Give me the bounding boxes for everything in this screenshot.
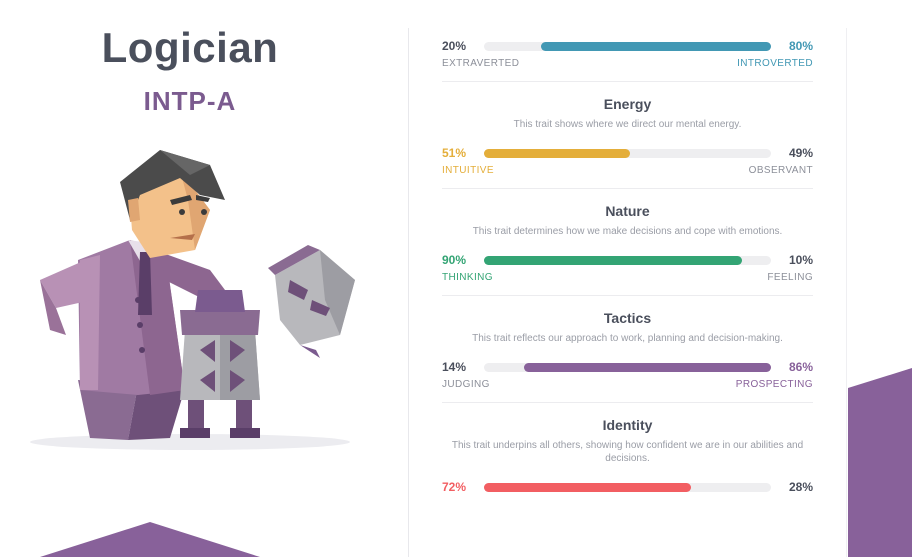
trait-progress-bar	[484, 482, 771, 492]
right-percent: 80%	[788, 39, 813, 53]
left-trait-label: EXTRAVERTED	[442, 58, 520, 69]
trait-tactics: Tactics This trait reflects our approach …	[442, 310, 813, 390]
right-trait-label: INTROVERTED	[737, 58, 813, 69]
personality-profile-page: Logician INTP-A 20% 80% EXTRAVERTED INTR…	[0, 0, 912, 557]
trait-mind: 20% 80% EXTRAVERTED INTROVERTED	[442, 38, 813, 69]
trait-bar-row: 51% 49%	[442, 145, 813, 161]
logician-illustration-icon	[30, 150, 355, 450]
personality-name: Logician	[101, 24, 279, 71]
trait-progress-bar	[484, 41, 771, 51]
trait-energy: Energy This trait shows where we direct o…	[442, 96, 813, 176]
trait-separator	[442, 295, 813, 296]
right-percent: 86%	[788, 360, 813, 374]
trait-description: This trait shows where we direct our men…	[513, 119, 742, 130]
trait-separator	[442, 81, 813, 82]
trait-labels: JUDGING PROSPECTING	[442, 379, 813, 390]
trait-list: 20% 80% EXTRAVERTED INTROVERTED Energy This t…	[442, 38, 813, 495]
trait-bar-row: 20% 80%	[442, 38, 813, 54]
trait-title: Nature	[605, 203, 650, 219]
trait-labels: EXTRAVERTED INTROVERTED	[442, 58, 813, 69]
trait-title: Identity	[602, 417, 653, 433]
trait-progress-bar	[484, 255, 771, 265]
panel-divider	[408, 28, 409, 557]
trait-title: Energy	[603, 96, 652, 112]
left-percent: 14%	[442, 360, 467, 374]
right-percent: 10%	[788, 253, 813, 267]
left-percent: 20%	[442, 39, 467, 53]
left-percent: 72%	[442, 480, 467, 494]
purple-side-decoration-icon	[848, 368, 912, 557]
trait-identity: Identity This trait underpins all others,…	[442, 417, 813, 495]
trait-separator	[442, 188, 813, 189]
trait-bar-row: 14% 86%	[442, 359, 813, 375]
trait-progress-fill	[484, 148, 631, 158]
left-trait-label: THINKING	[442, 272, 493, 283]
right-trait-label: FEELING	[767, 272, 813, 283]
trait-separator	[442, 402, 813, 403]
trait-title: Tactics	[603, 310, 652, 326]
purple-triangle-decoration-icon	[40, 522, 260, 557]
trait-progress-fill	[484, 482, 691, 492]
trait-bar-row: 90% 10%	[442, 252, 813, 268]
trait-description: This trait reflects our approach to work…	[472, 333, 783, 344]
personality-code: INTP-A	[143, 86, 237, 116]
left-trait-label: JUDGING	[442, 379, 490, 390]
left-percent: 90%	[442, 253, 467, 267]
left-trait-label: INTUITIVE	[442, 165, 494, 176]
left-percent: 51%	[442, 146, 467, 160]
trait-description: This trait underpins all others, showing…	[451, 440, 804, 464]
right-percent: 28%	[788, 480, 813, 494]
trait-progress-fill	[541, 41, 771, 51]
trait-bar-row: 72% 28%	[442, 479, 813, 495]
trait-labels: THINKING FEELING	[442, 272, 813, 283]
personality-summary-panel: Logician INTP-A	[0, 0, 408, 557]
right-percent: 49%	[788, 146, 813, 160]
trait-progress-fill	[524, 362, 771, 372]
trait-description: This trait determines how we make decisi…	[472, 226, 783, 237]
trait-progress-fill	[484, 255, 743, 265]
trait-labels: INTUITIVE OBSERVANT	[442, 165, 813, 176]
trait-nature: Nature This trait determines how we make …	[442, 203, 813, 283]
right-trait-label: PROSPECTING	[735, 379, 813, 390]
card-edge	[846, 28, 847, 557]
trait-progress-bar	[484, 362, 771, 372]
right-trait-label: OBSERVANT	[748, 165, 813, 176]
trait-progress-bar	[484, 148, 771, 158]
